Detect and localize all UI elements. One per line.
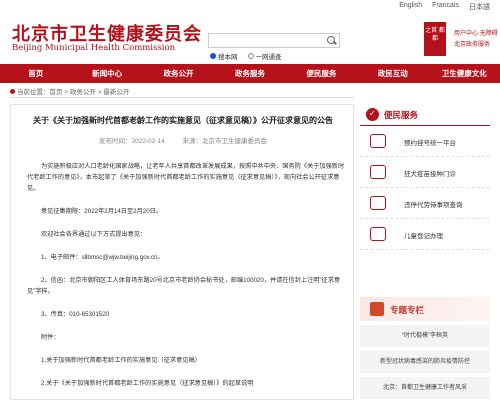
nav-news[interactable]: 新闻中心 (71, 68, 142, 79)
topics-heading: 专题专栏 (360, 297, 490, 321)
attachment-link[interactable]: 2.关于《关于加强新时代首都老龄工作的实施意见（征求意见稿）》的起草说明 (27, 378, 347, 389)
nav-gov-open[interactable]: 政务公开 (143, 68, 214, 79)
attachments-label: 附件： (41, 334, 60, 341)
search-icon[interactable] (325, 35, 337, 46)
capital-badge-logo[interactable]: 之首 都都 (424, 22, 446, 56)
search-doc-icon (370, 196, 386, 210)
article: 关于《关于加强新时代首都老龄工作的实施意见（征求意见稿）》公开征求意见的公告 发… (10, 104, 354, 400)
user-center-link[interactable]: 用户中心 (454, 31, 478, 37)
service-item-appointment[interactable]: 预约挂号统一平台 (360, 126, 490, 157)
lang-french-link[interactable]: Francais (432, 2, 459, 12)
paragraph: 2、信函：北京市朝阳区工人体育场东路20号北京市老龄协会秘书处，邮编100020… (27, 277, 341, 295)
service-item-rabies[interactable]: 狂犬疫苗接种门诊 (360, 157, 490, 188)
paragraph: 欢迎社会各界通过以下方式提出意见： (41, 231, 147, 238)
paragraph: 3、传真：010-65301520 (41, 311, 110, 318)
syringe-icon (370, 165, 386, 179)
sidebar-heading: 便民服务 (360, 104, 490, 126)
nav-interaction[interactable]: 政民互动 (357, 68, 428, 79)
attachment-link[interactable]: 1.关于加强新时代首都老龄工作的实施意见（征求意见稿） (27, 355, 347, 366)
language-bar: English Francais 日本語 (0, 0, 500, 14)
divider (10, 97, 354, 98)
accessible-link[interactable]: 无障碍 (480, 31, 498, 37)
search-scope: 搜本网 一网通查 (210, 51, 282, 61)
radio-this-site[interactable]: 搜本网 (210, 51, 238, 61)
user-links: 用户中心 无障碍 北京政务服务 (454, 29, 498, 51)
publish-date: 发布时间：2022-02-14 (98, 138, 165, 145)
article-meta: 发布时间：2022-02-14 来源：北京市卫生健康委员会 (11, 135, 353, 145)
main-nav: 首页 新闻中心 政务公开 政务服务 便民服务 政民互动 卫生健康文化 (0, 64, 500, 83)
sidebar: 便民服务 预约挂号统一平台 狂犬疫苗接种门诊 违停代劳待事项查询 儿童登记办理 (360, 104, 490, 250)
location-icon (10, 89, 15, 94)
nav-gov-service[interactable]: 政务服务 (214, 68, 285, 79)
nav-convenience[interactable]: 便民服务 (286, 68, 357, 79)
nav-culture[interactable]: 卫生健康文化 (429, 68, 500, 79)
radio-dot-icon (247, 53, 254, 59)
breadcrumb: 当前位置：首页 > 政务公开 > 最新公开 (10, 86, 129, 96)
topic-item[interactable]: 新型冠状病毒感染的肺炎疫情防控 (360, 351, 490, 373)
nav-home[interactable]: 首页 (0, 68, 71, 79)
search-input[interactable] (208, 33, 340, 48)
topic-item[interactable]: “时代楷模”李桓英 (360, 325, 490, 347)
article-title: 关于《关于加强新时代首都老龄工作的实施意见（征求意见稿）》公开征求意见的公告 (33, 116, 333, 125)
gov-service-link[interactable]: 北京政务服务 (454, 40, 498, 51)
topic-item[interactable]: 北京：首都卫生健康工作者风采 (360, 377, 490, 399)
radio-dot-icon (210, 53, 216, 59)
topic-icon (370, 302, 384, 316)
article-body: 为实施积极应对人口老龄化国家战略，让老年人共享首都改革发展成果，按照中共中央、国… (27, 161, 347, 399)
hospital-icon (370, 134, 386, 148)
site-subtitle: Beijing Municipal Health Commission (12, 43, 176, 53)
site-header: 北京市卫生健康委员会 Beijing Municipal Health Comm… (0, 14, 500, 64)
paragraph: 为实施积极应对人口老龄化国家战略，让老年人共享首都改革发展成果，按照中共中央、国… (27, 163, 345, 192)
radio-all-sites[interactable]: 一网通查 (247, 51, 282, 61)
lang-english-link[interactable]: English (399, 2, 422, 12)
lang-japanese-link[interactable]: 日本語 (469, 2, 490, 12)
article-source: 来源：北京市卫生健康委员会 (182, 138, 268, 145)
service-item-query[interactable]: 违停代劳待事项查询 (360, 188, 490, 219)
paragraph: 意见征集期限：2022年2月14日至2月20日。 (41, 208, 163, 215)
child-icon (370, 227, 386, 241)
service-item-child[interactable]: 儿童登记办理 (360, 219, 490, 250)
paragraph: 1、电子邮件：sllbmsc@wjw.beijing.gov.cn。 (41, 254, 164, 261)
check-badge-icon (366, 108, 379, 121)
